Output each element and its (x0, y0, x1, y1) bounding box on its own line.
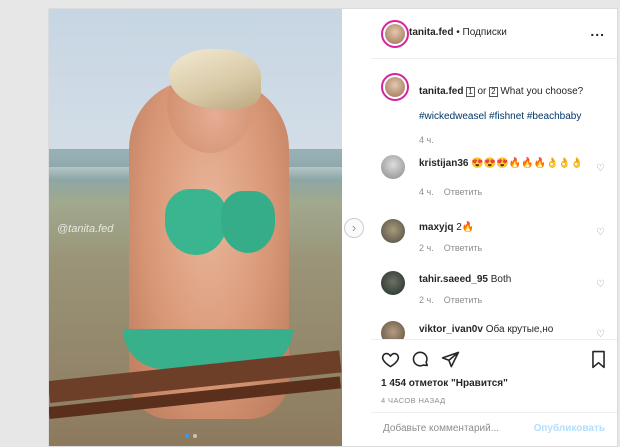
comment-item: tahir.saeed_95 Both 2 ч. Ответить ♡ (381, 271, 611, 317)
comment-item: viktor_ivan0v Оба крутые,но ♡ (381, 321, 611, 339)
comment-reply-button[interactable]: Ответить (444, 243, 482, 253)
comment-like-icon[interactable]: ♡ (596, 279, 605, 290)
comment-time[interactable]: 4 ч. (419, 187, 434, 197)
commenter-avatar[interactable] (381, 155, 405, 179)
photo-swimsuit-top-right (221, 191, 275, 253)
header-separator: • (456, 27, 460, 38)
comment-like-icon[interactable]: ♡ (596, 227, 605, 238)
caption-or: or (474, 86, 490, 97)
comment-composer: Добавьте комментарий... Опубликовать (371, 412, 617, 447)
carousel-dot (193, 434, 197, 438)
commenter-avatar[interactable] (381, 219, 405, 243)
caption-username[interactable]: tanita.fed (419, 86, 463, 97)
comment-item: maxyjq 2🔥 2 ч. Ответить ♡ (381, 219, 611, 265)
comment-time[interactable]: 2 ч. (419, 295, 434, 305)
comment-icon[interactable] (411, 350, 430, 373)
photo-watermark: @tanita.fed (57, 223, 114, 235)
comment-body: maxyjq 2🔥 (419, 221, 589, 234)
heart-outline-icon[interactable] (381, 350, 400, 373)
carousel-dot-active (185, 434, 189, 438)
keycap-one-icon: 1 (466, 87, 475, 97)
likes-count[interactable]: 1 454 отметок "Нравится" (381, 378, 508, 389)
comment-text: Both (490, 274, 512, 285)
chevron-right-icon: › (351, 220, 357, 235)
post-actions: 1 454 отметок "Нравится" 4 ЧАСОВ НАЗАД Д… (371, 339, 617, 446)
comment-meta: 2 ч. Ответить (419, 295, 482, 305)
comment-body: viktor_ivan0v Оба крутые,но (419, 323, 589, 336)
post-time-ago[interactable]: 4 ЧАСОВ НАЗАД (381, 396, 446, 405)
post-header: tanita.fed • Подписки ... (371, 9, 617, 59)
comment-username[interactable]: kristijan36 (419, 158, 468, 169)
comment-time[interactable]: 2 ч. (419, 243, 434, 253)
comment-like-icon[interactable]: ♡ (596, 163, 605, 174)
share-icon[interactable] (441, 350, 460, 373)
comment-username[interactable]: maxyjq (419, 222, 453, 233)
post-dialog: @tanita.fed › tanita.fed • Подписки ... … (48, 8, 618, 447)
commenter-avatar[interactable] (381, 321, 405, 339)
keycap-two-icon: 2 (489, 87, 498, 97)
photo-swimsuit-top-left (165, 189, 227, 255)
comment-username[interactable]: viktor_ivan0v (419, 324, 483, 335)
carousel-next-button[interactable]: › (344, 218, 364, 238)
comment-item: kristijan36 😍😍😍🔥🔥🔥👌👌👌 4 ч. Ответить ♡ (381, 155, 611, 201)
comment-meta: 2 ч. Ответить (419, 243, 482, 253)
caption-question: What you choose? (497, 86, 584, 97)
comment-reply-button[interactable]: Ответить (444, 187, 482, 197)
more-options-icon[interactable]: ... (590, 23, 605, 39)
carousel-dots (185, 434, 197, 438)
caption-avatar[interactable] (381, 73, 409, 101)
author-avatar[interactable] (381, 20, 409, 48)
commenter-avatar[interactable] (381, 271, 405, 295)
header-text: tanita.fed • Подписки (409, 27, 507, 38)
comment-body: tahir.saeed_95 Both (419, 273, 589, 286)
add-comment-input[interactable]: Добавьте комментарий... (383, 423, 499, 434)
follow-status-button[interactable]: Подписки (463, 27, 507, 38)
publish-button[interactable]: Опубликовать (534, 423, 605, 434)
comment-like-icon[interactable]: ♡ (596, 329, 605, 339)
post-side-panel: tanita.fed • Подписки ... tanita.fed 1 o… (371, 9, 617, 446)
comment-meta: 4 ч. Ответить (419, 187, 482, 197)
comment-text: 2🔥 (456, 222, 475, 233)
author-username[interactable]: tanita.fed (409, 27, 453, 38)
comment-reply-button[interactable]: Ответить (444, 295, 482, 305)
caption-timestamp[interactable]: 4 ч. (419, 135, 434, 145)
comment-text: Оба крутые,но (485, 324, 554, 335)
caption-text: tanita.fed 1 or 2 What you choose? (419, 85, 609, 98)
bookmark-icon[interactable] (590, 350, 607, 373)
comment-username[interactable]: tahir.saeed_95 (419, 274, 488, 285)
post-photo[interactable]: @tanita.fed (49, 9, 342, 446)
caption-hashtags[interactable]: #wickedweasel #fishnet #beachbaby (419, 111, 581, 122)
comment-body: kristijan36 😍😍😍🔥🔥🔥👌👌👌 (419, 157, 589, 170)
comment-text: 😍😍😍🔥🔥🔥👌👌👌 (471, 158, 584, 169)
